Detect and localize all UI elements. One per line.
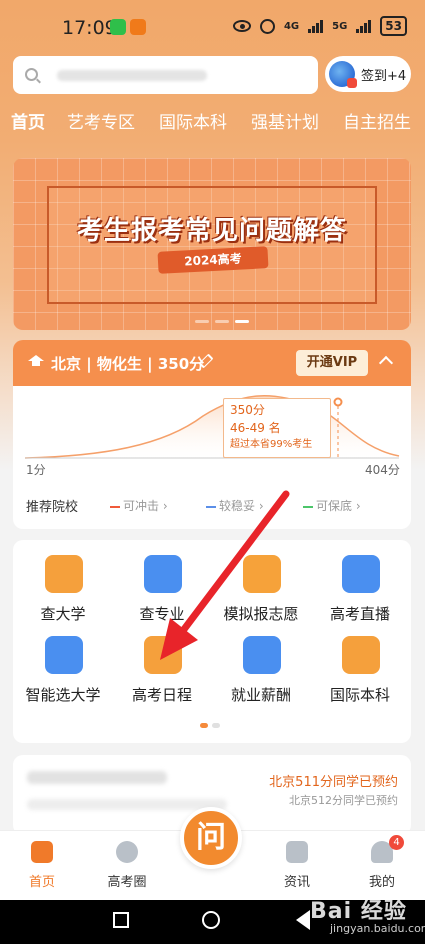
graduation-cap-icon xyxy=(28,355,44,367)
status-time: 17:09 xyxy=(62,17,117,39)
recommend-label: 推荐院校 xyxy=(26,500,79,515)
university-icon xyxy=(45,555,83,593)
nav-circle[interactable]: 高考圈 xyxy=(92,841,162,890)
search-icon xyxy=(25,68,38,81)
eye-icon xyxy=(232,20,251,32)
legend-stable[interactable]: 较稳妥 › xyxy=(206,497,264,514)
notification-badge: 4 xyxy=(389,835,404,850)
back-triangle-icon[interactable] xyxy=(296,910,310,930)
major-search-icon xyxy=(144,555,182,593)
search-bar[interactable] xyxy=(13,56,318,94)
grid-item-smart-select[interactable]: 智能选大学 xyxy=(15,636,111,712)
legend-safe[interactable]: 可保底 › xyxy=(303,497,361,514)
status-bar: 17:09 4G 5G 53 xyxy=(0,0,425,52)
grid-label: 高考直播 xyxy=(329,605,390,623)
watermark-url: jingyan.baidu.com xyxy=(330,922,425,935)
grid-label: 查专业 xyxy=(139,605,185,623)
tab-art-exam[interactable]: 艺考专区 xyxy=(67,108,135,133)
score-tooltip: 350分 46-49 名 超过本省99%考生 xyxy=(223,398,331,458)
international-icon xyxy=(342,636,380,674)
promo-banner[interactable]: 考生报考常见问题解答 2024高考 xyxy=(13,158,411,330)
smart-select-icon xyxy=(45,636,83,674)
tab-home[interactable]: 首页 xyxy=(11,108,45,133)
grid-label: 智能选大学 xyxy=(25,686,101,704)
nav-label: 首页 xyxy=(28,875,55,890)
planet-icon xyxy=(116,841,138,863)
signal-bars-icon xyxy=(308,19,324,33)
banner-pagination xyxy=(195,320,249,323)
network-4g-label: 4G xyxy=(283,20,300,32)
alarm-icon xyxy=(259,18,275,34)
tooltip-rank: 46-49 名 xyxy=(230,421,281,435)
signal-bars-icon xyxy=(356,19,372,33)
watermark-brand: Bai 经验 xyxy=(310,899,407,924)
grid-item-live[interactable]: 高考直播 xyxy=(312,555,408,631)
feature-grid: 查大学 查专业 模拟报志愿 高考直播 智能选大学 高考日程 就业薪酬 国际本科 xyxy=(13,540,411,743)
signin-label: 签到+4 xyxy=(361,68,407,84)
grid-item-major[interactable]: 查专业 xyxy=(114,555,210,631)
legend-challenge[interactable]: 可冲击 › xyxy=(110,497,168,514)
tooltip-score: 350分 xyxy=(230,403,265,417)
grid-item-salary[interactable]: 就业薪酬 xyxy=(213,636,309,712)
banner-title: 考生报考常见问题解答 xyxy=(76,216,347,246)
axis-min-label: 1分 xyxy=(26,463,46,477)
grid-label: 就业薪酬 xyxy=(230,686,291,704)
nav-home[interactable]: 首页 xyxy=(7,841,77,890)
grid-item-university[interactable]: 查大学 xyxy=(15,555,111,631)
tab-strong-base[interactable]: 强基计划 xyxy=(251,108,319,133)
score-info: 北京 | 物化生 | 350分 xyxy=(51,355,205,373)
recents-square-icon[interactable] xyxy=(113,912,129,928)
status-right: 4G 5G 53 xyxy=(232,16,407,36)
nav-label: 资讯 xyxy=(283,875,310,890)
network-5g-label: 5G xyxy=(332,20,348,32)
score-card-header: 北京 | 物化生 | 350分 开通VIP xyxy=(13,340,411,386)
news-subtitle-blurred xyxy=(27,799,227,810)
signin-button[interactable]: 签到+4 xyxy=(325,56,411,92)
grid-item-calendar[interactable]: 高考日程 xyxy=(114,636,210,712)
vip-button[interactable]: 开通VIP xyxy=(296,350,368,376)
calendar-icon xyxy=(144,636,182,674)
grid-label: 模拟报志愿 xyxy=(223,605,299,623)
home-circle-icon[interactable] xyxy=(202,911,220,929)
collapse-icon[interactable] xyxy=(378,355,394,371)
category-tabs: 首页 艺考专区 国际本科 强基计划 自主招生 xyxy=(0,108,425,133)
salary-icon xyxy=(243,636,281,674)
live-icon xyxy=(342,555,380,593)
nav-news[interactable]: 资讯 xyxy=(262,841,332,890)
grid-item-international[interactable]: 国际本科 xyxy=(312,636,408,712)
search-placeholder-blurred xyxy=(57,70,207,81)
wechat-notification-icon xyxy=(110,19,126,35)
tab-international[interactable]: 国际本科 xyxy=(159,108,227,133)
tooltip-note: 超过本省99%考生 xyxy=(230,439,313,450)
grid-label: 国际本科 xyxy=(329,686,390,704)
nav-label: 我的 xyxy=(368,875,395,890)
news-booking-1: 北京511分同学已预约 xyxy=(269,775,398,790)
bottom-navigation: 首页 高考圈 问 资讯 4 我的 xyxy=(0,807,425,900)
grid-label: 查大学 xyxy=(40,605,86,623)
signin-mascot-icon xyxy=(329,61,357,88)
grid-label: 高考日程 xyxy=(131,686,192,704)
home-icon xyxy=(31,841,53,863)
ai-application-icon xyxy=(243,555,281,593)
nav-profile[interactable]: 4 我的 xyxy=(347,835,417,890)
nav-label: 高考圈 xyxy=(107,875,147,890)
distribution-curve xyxy=(24,395,400,459)
app-notification-icon xyxy=(130,19,146,35)
document-icon xyxy=(286,841,308,863)
score-card: 北京 | 物化生 | 350分 开通VIP 350分 46-49 名 超过本省9… xyxy=(13,340,411,529)
news-booking-2: 北京512分同学已预约 xyxy=(289,794,398,807)
battery-indicator: 53 xyxy=(380,16,407,36)
axis-max-label: 404分 xyxy=(365,463,400,477)
ask-button[interactable]: 问 xyxy=(180,807,242,869)
score-distribution: 350分 46-49 名 超过本省99%考生 1分 404分 推荐院校 可冲击 … xyxy=(13,386,411,529)
grid-item-mock-application[interactable]: 模拟报志愿 xyxy=(213,555,309,631)
grid-pagination xyxy=(200,723,220,728)
news-title-blurred xyxy=(27,771,167,784)
recommend-row: 推荐院校 可冲击 › 较稳妥 › 可保底 › xyxy=(26,496,406,515)
tab-independent[interactable]: 自主招生 xyxy=(343,108,411,133)
